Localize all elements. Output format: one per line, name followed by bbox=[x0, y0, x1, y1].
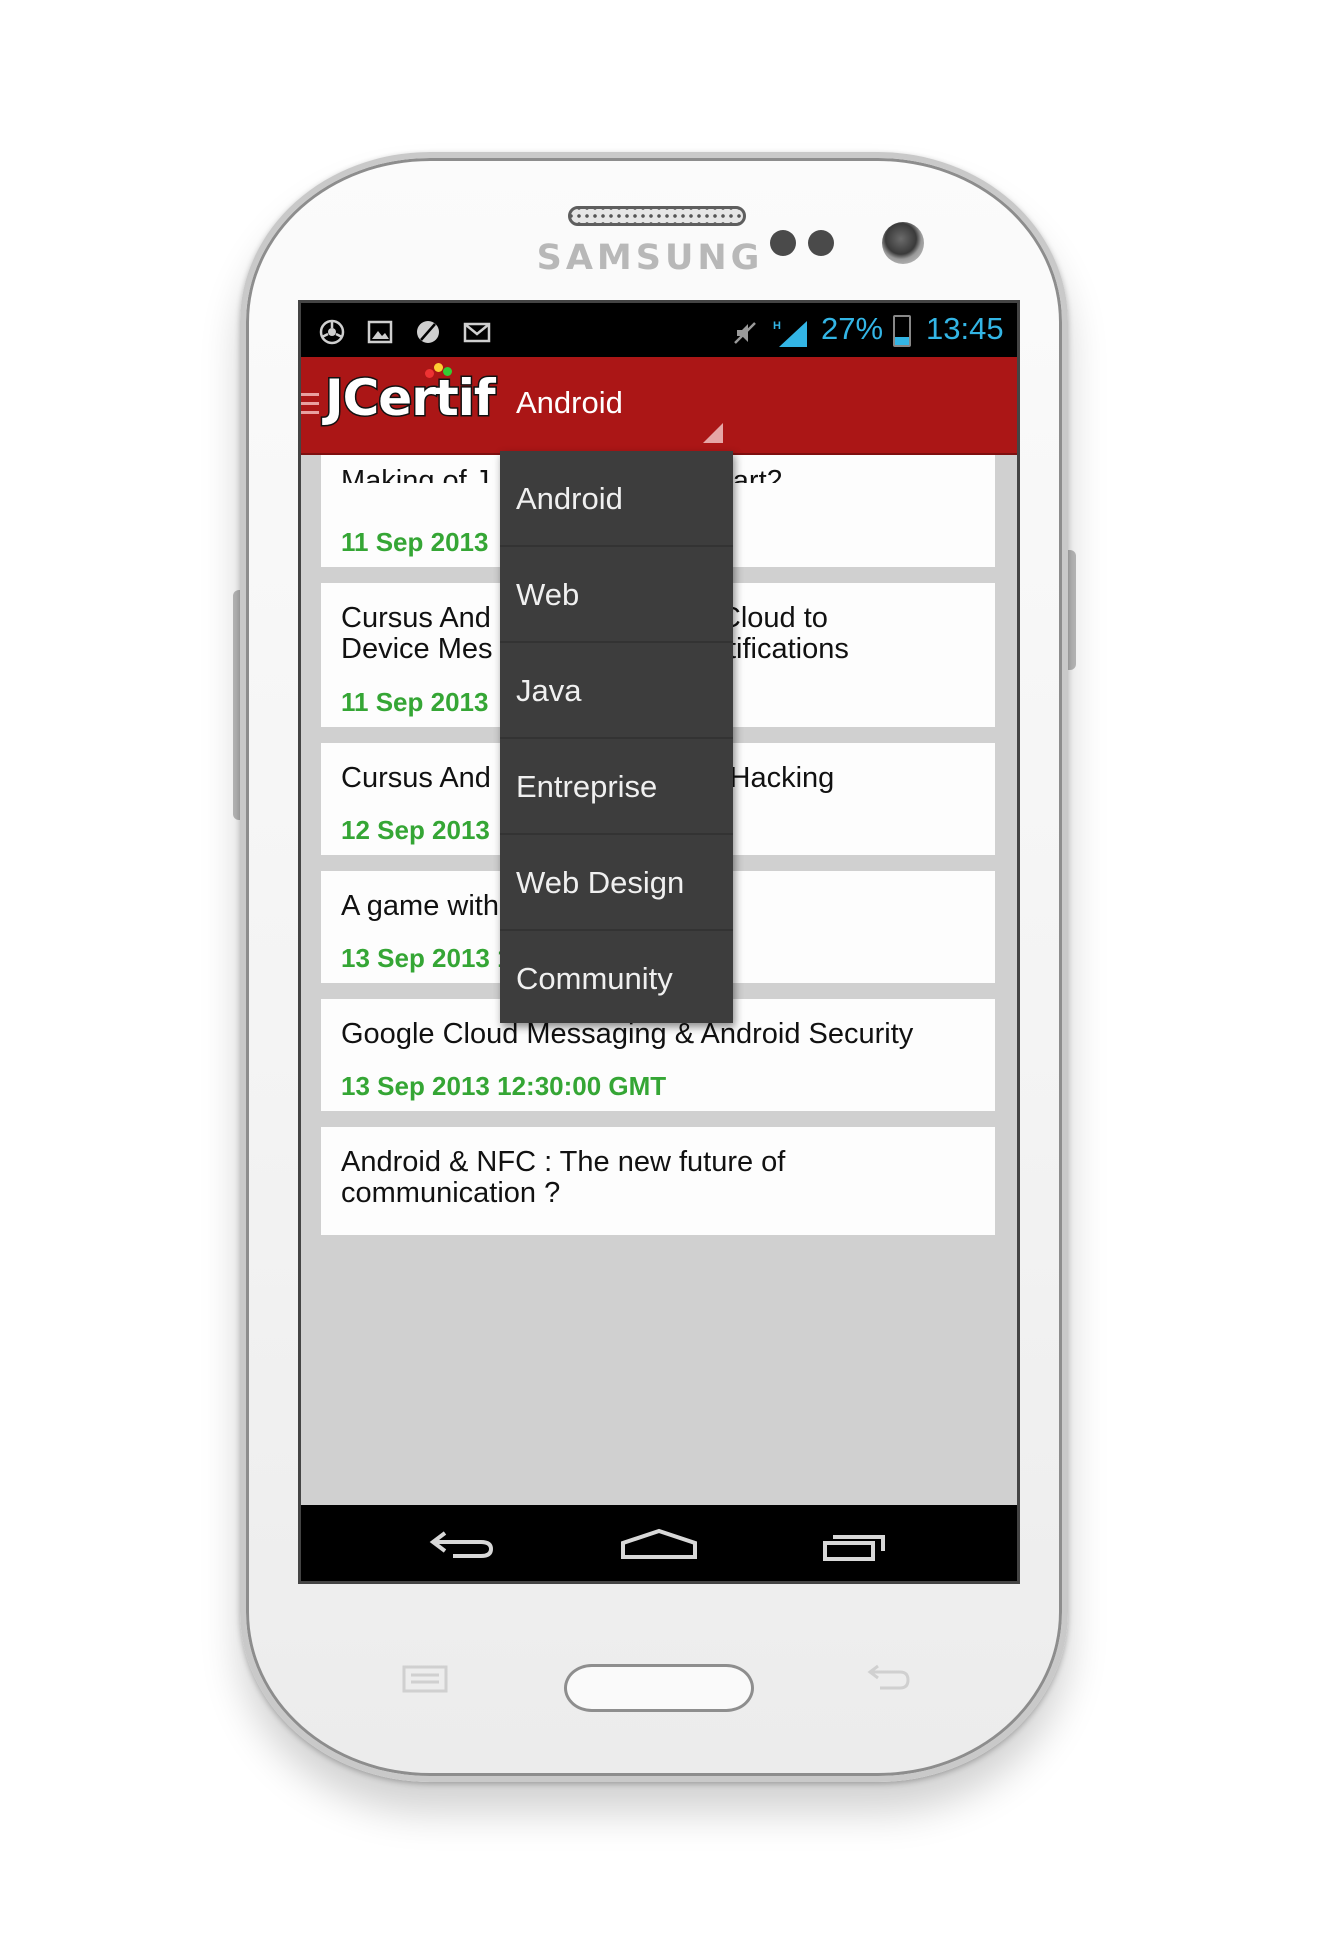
card-title: Device Mes bbox=[341, 633, 493, 665]
home-key[interactable] bbox=[564, 1664, 754, 1712]
card-date: 13 Sep 2013 12:30:00 GMT bbox=[341, 1071, 667, 1101]
battery-percent: 27% bbox=[821, 311, 884, 346]
card-title: communication ? bbox=[341, 1177, 561, 1209]
front-camera bbox=[882, 222, 924, 264]
dropdown-item-label: Web bbox=[516, 577, 580, 612]
dropdown-item-entreprise[interactable]: Entreprise bbox=[500, 739, 733, 835]
app-logo[interactable]: JCertif bbox=[324, 368, 498, 429]
gmail-icon bbox=[463, 319, 491, 345]
soccer-ball-icon bbox=[415, 319, 441, 345]
dropdown-item-label: Java bbox=[516, 673, 582, 708]
card-date: 11 Sep 2013 bbox=[341, 687, 489, 717]
card-date: 12 Sep 2013 bbox=[341, 815, 490, 845]
screen: H 27% 13:45 JCertif Android Making of J … bbox=[298, 300, 1020, 1584]
dropdown-item-web-design[interactable]: Web Design bbox=[500, 835, 733, 931]
signal-icon: H bbox=[771, 319, 811, 347]
clock: 13:45 bbox=[926, 311, 1004, 346]
chrome-icon bbox=[319, 319, 345, 345]
card-title: Making of J bbox=[341, 465, 490, 483]
mute-icon bbox=[731, 319, 757, 345]
list-item[interactable]: Android & NFC : The new future of commun… bbox=[321, 1127, 995, 1235]
svg-text:H: H bbox=[773, 320, 781, 332]
card-title: Cursus And bbox=[341, 762, 491, 794]
back-icon[interactable] bbox=[401, 1505, 521, 1581]
home-icon[interactable] bbox=[599, 1505, 719, 1581]
battery-icon bbox=[893, 315, 911, 347]
dropdown-item-label: Android bbox=[516, 481, 623, 516]
category-dropdown: Android Web Java Entreprise Web Design C… bbox=[500, 451, 733, 1023]
back-key-icon[interactable] bbox=[866, 1660, 912, 1694]
action-bar: JCertif Android bbox=[301, 357, 1017, 455]
status-bar: H 27% 13:45 bbox=[301, 303, 1017, 357]
earpiece-speaker bbox=[568, 206, 746, 226]
dropdown-item-web[interactable]: Web bbox=[500, 547, 733, 643]
proximity-sensor bbox=[770, 230, 796, 256]
drawer-menu-icon[interactable] bbox=[301, 393, 319, 415]
dropdown-item-java[interactable]: Java bbox=[500, 643, 733, 739]
category-spinner[interactable]: Android bbox=[516, 385, 623, 421]
dropdown-item-label: Entreprise bbox=[516, 769, 658, 804]
light-sensor bbox=[808, 230, 834, 256]
spinner-arrow-icon bbox=[703, 423, 723, 443]
recent-apps-icon[interactable] bbox=[797, 1505, 917, 1581]
dropdown-item-label: Web Design bbox=[516, 865, 685, 900]
dropdown-item-android[interactable]: Android bbox=[500, 451, 733, 547]
navigation-bar bbox=[301, 1505, 1017, 1581]
gallery-icon bbox=[367, 319, 393, 345]
menu-key-icon[interactable] bbox=[402, 1665, 448, 1693]
dropdown-item-label: Community bbox=[516, 961, 673, 996]
card-date: 11 Sep 2013 bbox=[341, 527, 489, 557]
brand-logo: SAMSUNG bbox=[536, 238, 764, 278]
dropdown-item-community[interactable]: Community bbox=[500, 931, 733, 1023]
